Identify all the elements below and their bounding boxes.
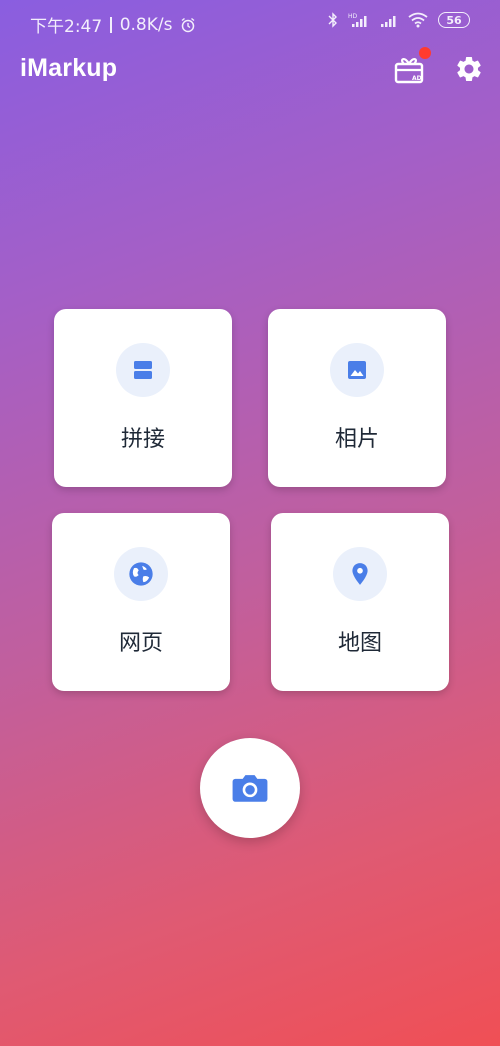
- stitch-card[interactable]: 拼接: [54, 309, 232, 487]
- status-time: 下午2:47: [30, 17, 103, 37]
- status-right: HD 56: [328, 12, 470, 28]
- camera-button[interactable]: [200, 738, 300, 838]
- wifi-icon: [408, 12, 428, 28]
- alarm-icon: [182, 17, 195, 32]
- app-title: iMarkup: [20, 54, 118, 82]
- photo-card[interactable]: 相片: [268, 309, 446, 487]
- map-card-label: 地图: [337, 631, 382, 656]
- stitch-icon-circle: [116, 343, 170, 397]
- status-separator: [110, 16, 112, 33]
- photo-icon-circle: [330, 343, 384, 397]
- battery-level: 56: [446, 13, 462, 27]
- globe-icon: [129, 562, 153, 586]
- map-card[interactable]: 地图: [271, 513, 449, 691]
- map-icon-circle: [333, 547, 387, 601]
- photo-card-label: 相片: [334, 427, 379, 452]
- battery-indicator: 56: [438, 12, 470, 28]
- status-bar: 下午2:47 0.8K/s HD 56: [0, 0, 500, 44]
- signal-hd-icon: HD: [348, 13, 367, 27]
- svg-text:HD: HD: [348, 13, 358, 20]
- signal-icon: [381, 16, 396, 27]
- settings-button[interactable]: [454, 54, 484, 84]
- status-left: 下午2:47 0.8K/s: [30, 12, 196, 37]
- svg-text:AD: AD: [412, 75, 422, 82]
- gear-icon: [457, 56, 481, 81]
- web-card[interactable]: 网页: [52, 513, 230, 691]
- stitch-icon: [134, 361, 152, 379]
- notification-badge: [419, 47, 431, 59]
- camera-icon: [232, 775, 268, 802]
- bluetooth-icon: [328, 12, 337, 28]
- location-pin-icon: [352, 563, 368, 585]
- web-icon-circle: [114, 547, 168, 601]
- status-network-speed: 0.8K/s: [119, 14, 173, 35]
- image-icon: [348, 361, 366, 379]
- web-card-label: 网页: [118, 631, 163, 656]
- stitch-card-label: 拼接: [120, 427, 165, 452]
